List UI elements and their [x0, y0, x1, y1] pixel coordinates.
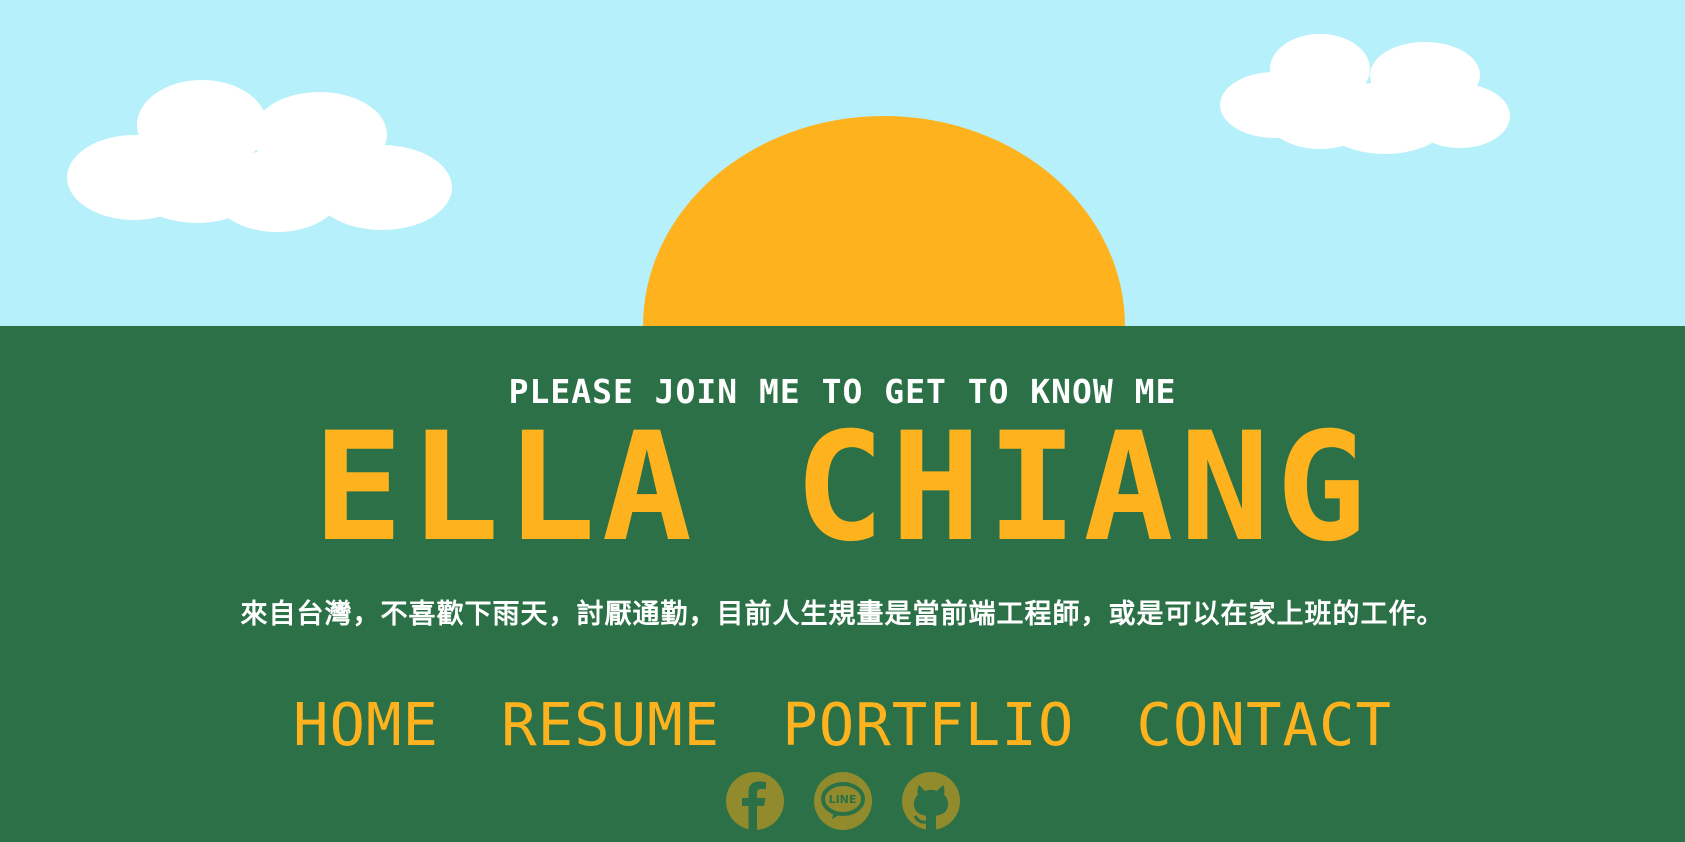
- line-icon-label: LINE: [828, 793, 857, 806]
- nav-home-link[interactable]: HOME: [293, 690, 439, 760]
- sky-banner: [0, 0, 1685, 326]
- sun: [643, 116, 1125, 326]
- main-nav: HOME RESUME PORTFLIO CONTACT: [0, 690, 1685, 760]
- facebook-icon[interactable]: [725, 772, 784, 830]
- nav-contact-link[interactable]: CONTACT: [1136, 690, 1392, 760]
- github-icon[interactable]: [901, 772, 960, 830]
- hero-name: ELLA CHIANG: [312, 401, 1373, 575]
- cloud-right: [1220, 34, 1510, 159]
- cloud-left: [67, 80, 453, 245]
- hero-intro: 來自台灣，不喜歡下雨天，討厭通勤，目前人生規畫是當前端工程師，或是可以在家上班的…: [240, 599, 1445, 630]
- nav-portfolio-link[interactable]: PORTFLIO: [782, 690, 1074, 760]
- social-links: LINE: [0, 772, 1685, 830]
- line-icon[interactable]: LINE: [813, 772, 872, 830]
- nav-resume-link[interactable]: RESUME: [501, 690, 720, 760]
